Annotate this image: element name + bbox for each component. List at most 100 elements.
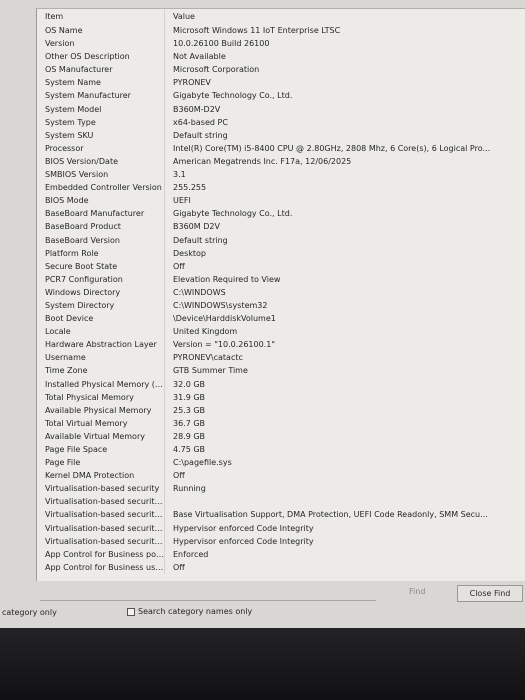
table-row[interactable]: Platform Role Desktop <box>37 246 525 260</box>
row-item: System SKU <box>37 128 165 142</box>
row-value: Default string <box>173 235 228 245</box>
table-row[interactable]: Available Physical Memory 25.3 GB <box>37 403 525 417</box>
table-row[interactable]: Boot Device \Device\HarddiskVolume1 <box>37 312 525 326</box>
row-item: App Control for Business policy <box>37 547 165 561</box>
search-category-names-option[interactable]: Search category names only <box>127 607 252 616</box>
row-item: Virtualisation-based security se... <box>37 534 165 548</box>
row-value: Desktop <box>173 248 206 258</box>
row-item: Windows Directory <box>37 285 165 299</box>
table-row[interactable]: Secure Boot State Off <box>37 259 525 273</box>
close-find-button[interactable]: Close Find <box>457 585 523 602</box>
table-row[interactable]: App Control for Business policy Enforced <box>37 547 525 561</box>
row-value: 31.9 GB <box>173 392 206 402</box>
table-row[interactable]: Kernel DMA Protection Off <box>37 469 525 483</box>
table-row[interactable]: Username PYRONEV\catactc <box>37 351 525 365</box>
table-row[interactable]: System SKU Default string <box>37 128 525 142</box>
row-item: Embedded Controller Version <box>37 181 165 195</box>
row-item: System Manufacturer <box>37 89 165 103</box>
find-what-input[interactable] <box>40 586 376 601</box>
row-value: Gigabyte Technology Co., Ltd. <box>173 91 293 101</box>
table-row[interactable]: Total Physical Memory 31.9 GB <box>37 390 525 404</box>
system-information-window: Item Value OS Name Microsoft Windows 11 I… <box>0 0 525 628</box>
table-row[interactable]: System Manufacturer Gigabyte Technology C… <box>37 89 525 103</box>
row-value: 32.0 GB <box>173 379 206 389</box>
row-item: Virtualisation-based security av... <box>37 508 165 522</box>
column-header-item[interactable]: Item <box>37 9 165 24</box>
table-row[interactable]: Page File C:\pagefile.sys <box>37 456 525 470</box>
row-item: Kernel DMA Protection <box>37 469 165 483</box>
row-item: BaseBoard Product <box>37 220 165 234</box>
table-row[interactable]: Available Virtual Memory 28.9 GB <box>37 429 525 443</box>
table-row[interactable]: Virtualisation-based security se... Hyper… <box>37 521 525 535</box>
row-value: Version = "10.0.26100.1" <box>173 340 276 350</box>
row-value: Not Available <box>173 52 226 62</box>
table-row[interactable]: OS Name Microsoft Windows 11 IoT Enterpri… <box>37 24 525 38</box>
monitor-bezel <box>0 628 525 700</box>
table-row[interactable]: BIOS Mode UEFI <box>37 194 525 208</box>
table-row[interactable]: Locale United Kingdom <box>37 325 525 339</box>
table-row[interactable]: Virtualisation-based security se... Hyper… <box>37 534 525 548</box>
table-row[interactable]: Embedded Controller Version 255.255 <box>37 181 525 195</box>
table-row[interactable]: Processor Intel(R) Core(TM) i5-8400 CPU @… <box>37 141 525 155</box>
table-row[interactable]: Version 10.0.26100 Build 26100 <box>37 37 525 51</box>
table-row[interactable]: BaseBoard Version Default string <box>37 233 525 247</box>
row-value: \Device\HarddiskVolume1 <box>173 314 276 324</box>
row-item: Hardware Abstraction Layer <box>37 338 165 352</box>
table-row[interactable]: Total Virtual Memory 36.7 GB <box>37 416 525 430</box>
table-row[interactable]: SMBIOS Version 3.1 <box>37 168 525 182</box>
row-value: United Kingdom <box>173 327 238 337</box>
row-value: 28.9 GB <box>173 431 206 441</box>
table-row[interactable]: Time Zone GTB Summer Time <box>37 364 525 378</box>
column-header-value[interactable]: Value <box>165 9 525 24</box>
table-row[interactable]: Virtualisation-based security Running <box>37 482 525 496</box>
table-row[interactable]: BaseBoard Manufacturer Gigabyte Technolog… <box>37 207 525 221</box>
table-row[interactable]: Virtualisation-based security av... Base … <box>37 508 525 522</box>
search-selected-category-only-label[interactable]: category only <box>2 608 57 617</box>
row-item: Total Virtual Memory <box>37 416 165 430</box>
system-summary-list[interactable]: Item Value OS Name Microsoft Windows 11 I… <box>36 8 525 581</box>
row-item: Page File <box>37 456 165 470</box>
row-value: American Megatrends Inc. F17a, 12/06/202… <box>173 156 352 166</box>
row-item: Available Virtual Memory <box>37 429 165 443</box>
table-row[interactable]: OS Manufacturer Microsoft Corporation <box>37 63 525 77</box>
row-value: Hypervisor enforced Code Integrity <box>173 536 314 546</box>
row-value: Off <box>173 562 185 572</box>
row-value: PYRONEV <box>173 78 211 88</box>
row-value: x64-based PC <box>173 117 228 127</box>
table-row[interactable]: System Name PYRONEV <box>37 76 525 90</box>
table-row[interactable]: System Model B360M-D2V <box>37 102 525 116</box>
row-value: Off <box>173 471 185 481</box>
table-row[interactable]: BaseBoard Product B360M D2V <box>37 220 525 234</box>
row-value <box>165 495 525 508</box>
row-value: C:\WINDOWS <box>173 287 226 297</box>
table-row[interactable]: Hardware Abstraction Layer Version = "10.… <box>37 338 525 352</box>
list-rows: OS Name Microsoft Windows 11 IoT Enterpri… <box>37 24 525 574</box>
row-value: 3.1 <box>173 170 186 180</box>
row-value: 36.7 GB <box>173 418 206 428</box>
row-value: C:\pagefile.sys <box>173 458 232 468</box>
find-options: category only Search category names only <box>0 604 525 622</box>
table-row[interactable]: System Directory C:\WINDOWS\system32 <box>37 298 525 313</box>
row-value: C:\WINDOWS\system32 <box>173 300 268 310</box>
row-item: OS Name <box>37 24 165 38</box>
row-item: Version <box>37 37 165 51</box>
table-row[interactable]: System Type x64-based PC <box>37 115 525 129</box>
table-row[interactable]: Other OS Description Not Available <box>37 50 525 64</box>
find-button[interactable]: Find <box>409 587 425 596</box>
table-row[interactable]: BIOS Version/Date American Megatrends Inc… <box>37 154 525 169</box>
row-value: Microsoft Corporation <box>173 65 260 75</box>
search-category-names-checkbox[interactable] <box>127 607 135 616</box>
find-bar: Find Close Find <box>0 584 525 602</box>
row-item: Platform Role <box>37 246 165 260</box>
table-row[interactable]: Windows Directory C:\WINDOWS <box>37 285 525 299</box>
row-item: System Model <box>37 102 165 116</box>
table-row[interactable]: Installed Physical Memory (RAM) 32.0 GB <box>37 377 525 391</box>
table-row[interactable]: App Control for Business user ... Off <box>37 560 525 574</box>
table-row[interactable]: PCR7 Configuration Elevation Required to … <box>37 272 525 286</box>
table-row[interactable]: Page File Space 4.75 GB <box>37 443 525 457</box>
row-item: Virtualisation-based security se... <box>37 521 165 535</box>
row-item: Other OS Description <box>37 50 165 64</box>
table-row[interactable]: Virtualisation-based security re... <box>37 495 525 509</box>
row-value: Enforced <box>173 549 209 559</box>
row-value: Running <box>173 484 206 494</box>
